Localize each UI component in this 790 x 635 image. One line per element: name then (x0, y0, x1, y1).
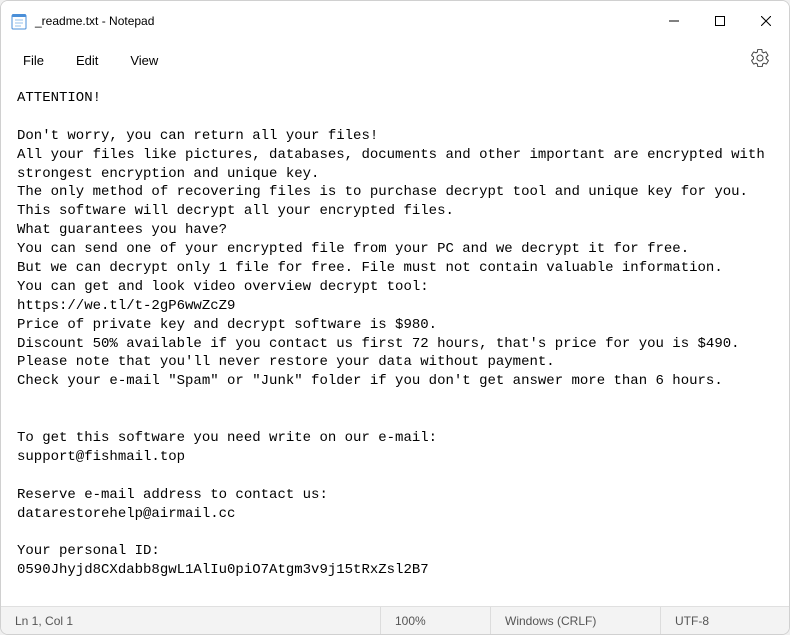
status-zoom: 100% (381, 607, 491, 634)
window-title: _readme.txt - Notepad (35, 14, 154, 28)
close-icon (761, 16, 771, 26)
settings-button[interactable] (747, 45, 773, 76)
notepad-window: _readme.txt - Notepad File (0, 0, 790, 635)
text-content[interactable]: ATTENTION! Don't worry, you can return a… (1, 79, 789, 606)
maximize-button[interactable] (697, 1, 743, 41)
maximize-icon (715, 16, 725, 26)
titlebar-left: _readme.txt - Notepad (11, 12, 154, 30)
gear-icon (751, 49, 769, 67)
menubar: File Edit View (1, 41, 789, 79)
window-controls (651, 1, 789, 41)
status-line-ending: Windows (CRLF) (491, 607, 661, 634)
statusbar: Ln 1, Col 1 100% Windows (CRLF) UTF-8 (1, 606, 789, 634)
notepad-icon (11, 12, 27, 30)
menu-edit[interactable]: Edit (62, 47, 112, 74)
close-button[interactable] (743, 1, 789, 41)
status-position: Ln 1, Col 1 (1, 607, 381, 634)
menubar-left: File Edit View (9, 47, 172, 74)
menu-file[interactable]: File (9, 47, 58, 74)
minimize-button[interactable] (651, 1, 697, 41)
menu-view[interactable]: View (116, 47, 172, 74)
titlebar: _readme.txt - Notepad (1, 1, 789, 41)
minimize-icon (669, 16, 679, 26)
status-encoding: UTF-8 (661, 607, 789, 634)
